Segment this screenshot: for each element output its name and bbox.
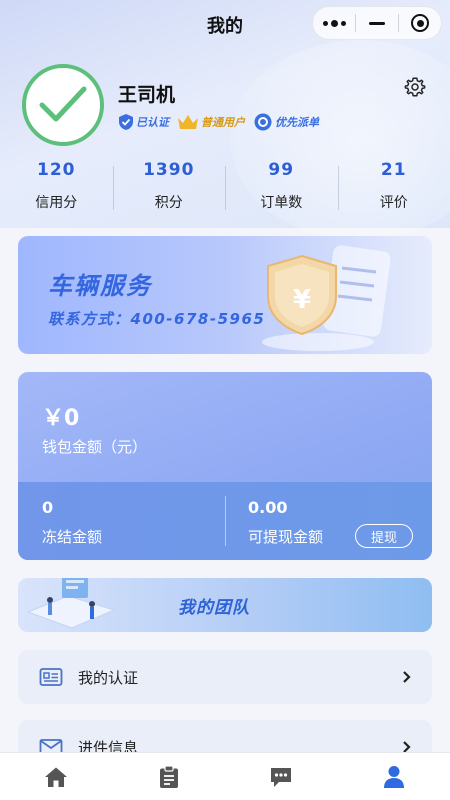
crown-icon [178,115,198,129]
stat-points-label: 积分 [154,195,183,211]
wallet-amount: ￥0 [42,406,80,431]
badge-normal-user: 普通用户 [177,114,245,130]
more-dots-icon [322,19,346,27]
tab-messages[interactable] [225,753,338,800]
stat-orders[interactable]: 99 订单数 [225,160,338,212]
menu-list: 我的认证 进件信息 [0,650,450,752]
stat-reviews-value: 21 [380,160,407,180]
more-button[interactable] [313,7,355,39]
frozen-amount-label: 冻结金额 [42,528,103,546]
withdrawable-amount-label: 可提现金额 [248,528,324,546]
stats-row: 120 信用分 1390 积分 99 订单数 21 评价 [0,160,450,212]
stat-orders-value: 99 [268,160,295,180]
chevron-right-icon [403,671,411,683]
user-icon [383,765,404,788]
minimize-button[interactable] [356,7,398,39]
home-icon [45,767,68,787]
my-team-banner[interactable]: 我的团队 [18,578,432,632]
service-contact: 联系方式：400-678-5965 [48,310,266,328]
shield-check-icon [119,114,133,130]
menu-label-my-verification: 我的认证 [78,668,139,687]
menu-item-application-info[interactable]: 进件信息 [18,720,432,752]
badge-verified-label: 已认证 [136,116,169,129]
user-badges: 已认证 普通用户 优先派单 [118,112,319,132]
wallet-amount-label: 钱包金额（元） [42,438,148,456]
vehicle-service-banner[interactable]: 车辆服务 联系方式：400-678-5965 ¥ [18,236,432,354]
frozen-amount-value: 0 [42,498,54,517]
clipboard-icon [159,764,178,788]
chat-bubble-icon [271,767,292,787]
team-title: 我的团队 [178,598,250,618]
stat-credit-label: 信用分 [35,195,78,211]
mail-icon [38,734,64,752]
settings-gear-icon[interactable] [404,76,426,98]
id-card-icon [38,664,64,690]
bottom-tab-bar [0,752,450,800]
badge-normal-user-label: 普通用户 [201,116,245,129]
username: 王司机 [118,84,176,106]
wallet-card[interactable]: ￥0 钱包金额（元） 0 冻结金额 0.00 可提现金额 提现 [18,372,432,560]
tab-orders[interactable] [113,753,226,800]
svg-text:¥: ¥ [293,285,311,315]
menu-label-application-info: 进件信息 [78,738,139,753]
tab-profile[interactable] [338,753,450,800]
mini-program-capsule [312,6,442,40]
stat-reviews[interactable]: 21 评价 [337,160,450,212]
dispatch-icon [254,113,272,131]
stat-points[interactable]: 1390 积分 [112,160,226,212]
target-circle-icon [411,14,429,32]
service-title: 车辆服务 [48,272,152,300]
badge-verified: 已认证 [118,113,169,131]
badge-priority-dispatch: 优先派单 [253,112,319,132]
shield-yuan-illustration-icon: ¥ [262,245,391,351]
chevron-right-icon [403,741,411,752]
team-illustration-icon [26,578,116,629]
stat-credit-value: 120 [37,160,76,180]
tab-home[interactable] [0,753,113,800]
close-miniprogram-button[interactable] [399,7,441,39]
menu-item-my-verification[interactable]: 我的认证 [18,650,432,704]
stat-orders-label: 订单数 [260,195,303,211]
withdraw-button[interactable]: 提现 [355,524,413,548]
wallet-balance-row: 0 冻结金额 0.00 可提现金额 提现 [18,482,432,560]
stat-reviews-label: 评价 [379,195,408,211]
avatar[interactable] [22,64,104,146]
checkmark-icon [39,86,87,122]
minimize-icon [369,21,385,25]
badge-priority-dispatch-label: 优先派单 [275,116,319,129]
stat-points-value: 1390 [143,160,195,180]
withdrawable-amount-value: 0.00 [248,498,288,517]
stat-credit[interactable]: 120 信用分 [0,160,113,212]
